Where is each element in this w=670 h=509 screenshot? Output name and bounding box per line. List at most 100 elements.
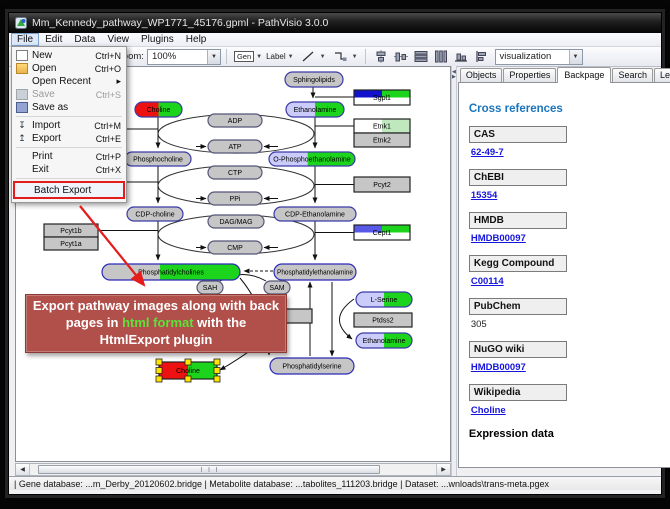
node-cdp-choline[interactable]: CDP-choline [127,207,183,221]
xref-value-wikipedia[interactable]: Choline [471,405,506,416]
selection-handle[interactable] [156,376,162,382]
tab-backpage[interactable]: Backpage [557,67,611,83]
xref-value-kegg-compound[interactable]: C00114 [471,276,504,287]
chevron-down-icon[interactable]: ▼ [288,54,294,60]
node-pcyt1b[interactable]: Pcyt1b [44,224,98,237]
node-choline-selected[interactable]: Choline [156,359,220,382]
save-icon [16,89,28,100]
xref-value-hmdb[interactable]: HMDB00097 [471,233,526,244]
new-connector-button[interactable]: ▼ [328,49,360,65]
collapse-right-icon[interactable]: ▶ [452,75,456,80]
menu-item-import[interactable]: ↧ImportCtrl+M [13,119,125,132]
chevron-down-icon[interactable]: ▼ [207,50,220,64]
align-left-icon[interactable] [474,50,488,63]
menu-item-label: Save [32,89,88,100]
selection-handle[interactable] [156,359,162,365]
pathway-edge [339,299,354,339]
chevron-down-icon[interactable]: ▼ [569,50,582,64]
menu-item-export[interactable]: ↥ExportCtrl+E [13,132,125,145]
node-ppi[interactable]: PPi [208,192,262,205]
node-label: Pcyt1b [60,228,82,235]
node-pcyt2[interactable]: Pcyt2 [354,177,410,192]
selection-handle[interactable] [214,359,220,365]
align-center-y-icon[interactable] [394,50,408,63]
menu-item-save-as[interactable]: Save as [13,101,125,114]
node-label: Pcyt2 [373,182,391,189]
node-ethanolamine-2[interactable]: Ethanolamine [356,333,413,348]
menu-item-print[interactable]: PrintCtrl+P [13,150,125,163]
horizontal-scrollbar[interactable]: ◀ ▶ [15,463,451,476]
node-sgpl1[interactable]: Sgpl1 [354,90,410,105]
scroll-left-icon[interactable]: ◀ [16,464,30,475]
menu-item-open[interactable]: OpenCtrl+O [13,62,125,75]
tab-search[interactable]: Search [612,68,653,82]
node-phosphocholine[interactable]: Phosphocholine [125,152,191,166]
menubar-item-file[interactable]: File [11,33,39,46]
node-cdp-ethanolamine[interactable]: CDP-Ethanolamine [274,207,356,221]
xref-value-cas[interactable]: 62-49-7 [471,147,504,158]
node-cmp[interactable]: CMP [208,241,262,254]
menu-item-save[interactable]: SaveCtrl+S [13,88,125,101]
line-icon [301,50,315,63]
node-sam[interactable]: SAM [264,281,290,294]
scrollbar-thumb[interactable] [38,465,380,474]
tab-legend[interactable]: Legend [654,68,670,82]
node-choline-top[interactable]: Choline [135,102,183,117]
file-menu: NewCtrl+NOpenCtrl+OOpen Recent▸SaveCtrl+… [11,46,127,203]
node-ctp[interactable]: CTP [208,166,262,179]
node-etnk2[interactable]: Etnk2 [354,133,410,147]
selection-handle[interactable] [185,359,191,365]
selection-handle[interactable] [156,368,162,374]
menu-item-exit[interactable]: ExitCtrl+X [13,163,125,176]
node-pcyt1a[interactable]: Pcyt1a [44,237,98,250]
chevron-down-icon[interactable]: ▼ [256,54,262,60]
chevron-down-icon[interactable]: ▼ [352,54,358,60]
node-phosphatidylethanolamine[interactable]: Phosphatidylethanolamine [274,264,356,280]
selection-handle[interactable] [185,376,191,382]
menubar-item-data[interactable]: Data [68,33,101,46]
node-l-serine[interactable]: L-Serine [356,292,413,307]
new-datanode-button[interactable]: Gen ▼ [232,49,264,65]
expression-data-heading: Expression data [469,428,670,440]
new-label-button[interactable]: Label ▼ [264,49,296,65]
menubar-item-plugins[interactable]: Plugins [135,33,180,46]
node-sphingolipids[interactable]: Sphingolipids [285,72,343,87]
visualization-combobox[interactable]: visualization ▼ [495,49,583,65]
xref-source-nugo-wiki: NuGO wiki [469,341,567,358]
align-bottom-icon[interactable] [454,50,468,63]
tab-objects[interactable]: Objects [460,68,503,82]
xref-value-nugo-wiki[interactable]: HMDB00097 [471,362,526,373]
toolbar-separator [365,49,366,64]
selection-handle[interactable] [214,376,220,382]
distribute-vertical-icon[interactable] [434,50,448,63]
node-hidden-gene[interactable] [286,309,312,323]
menubar-item-help[interactable]: Help [180,33,213,46]
node-etnk1[interactable]: Etnk1 [354,119,410,133]
menu-item-new[interactable]: NewCtrl+N [13,49,125,62]
node-phosphatidylcholines[interactable]: Phosphatidylcholines [102,264,241,280]
node-cept1[interactable]: Cept1 [354,225,410,240]
node-phosphatidylserine[interactable]: Phosphatidylserine [270,358,354,374]
node-ptdss2[interactable]: Ptdss2 [354,313,412,327]
node-o-phosphoethanolamine[interactable]: O-Phosphoethanolamine [269,152,356,166]
distribute-horizontal-icon[interactable] [414,50,428,63]
menubar-item-view[interactable]: View [101,33,135,46]
new-line-button[interactable]: ▼ [296,49,328,65]
node-sah[interactable]: SAH [197,281,223,294]
cross-references-heading: Cross references [469,103,670,115]
scroll-right-icon[interactable]: ▶ [436,464,450,475]
node-adp[interactable]: ADP [208,114,262,127]
menu-item-open-recent[interactable]: Open Recent▸ [13,75,125,88]
chevron-down-icon[interactable]: ▼ [320,54,326,60]
zoom-combobox[interactable]: 100% ▼ [147,49,221,65]
node-dag-mag[interactable]: DAG/MAG [208,215,264,228]
node-atp[interactable]: ATP [208,140,262,153]
menu-item-batch-export[interactable]: Batch Export [13,181,125,199]
node-label: Pcyt1a [60,241,82,248]
node-ethanolamine-top[interactable]: Ethanolamine [286,102,345,117]
align-center-x-icon[interactable] [374,50,388,63]
tab-properties[interactable]: Properties [503,68,556,82]
selection-handle[interactable] [214,368,220,374]
menubar-item-edit[interactable]: Edit [39,33,68,46]
xref-value-chebi[interactable]: 15354 [471,190,497,201]
